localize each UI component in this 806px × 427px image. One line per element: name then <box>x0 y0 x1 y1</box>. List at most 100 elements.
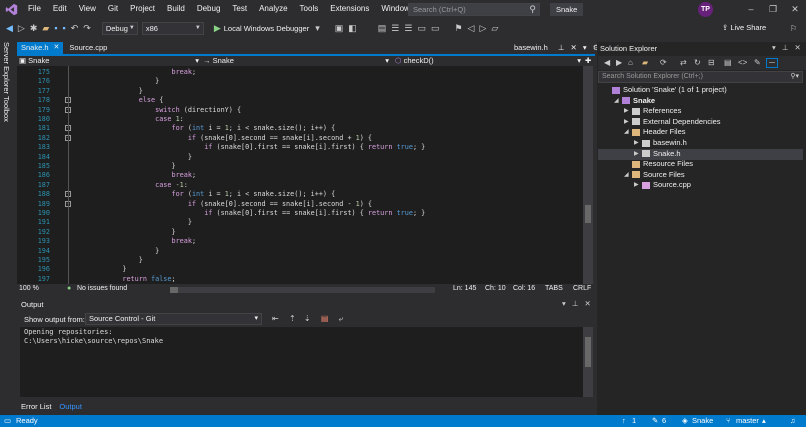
align-right-icon[interactable]: ☰ <box>404 18 412 38</box>
avatar[interactable]: TP <box>698 2 713 17</box>
live-share-button[interactable]: ⇪ Live Share <box>722 18 766 38</box>
properties-icon[interactable]: ✎ <box>754 58 761 67</box>
save-icon[interactable]: ▪ <box>54 18 57 38</box>
comment-icon[interactable]: ▭ <box>417 18 426 38</box>
word-wrap-icon[interactable]: ⤶ <box>339 314 343 323</box>
output-scrollbar[interactable] <box>583 327 593 397</box>
menu-item-edit[interactable]: Edit <box>47 0 73 18</box>
start-debugging-button[interactable]: Local Windows Debugger <box>224 24 309 33</box>
expand-icon[interactable]: ▶ <box>634 138 642 148</box>
hot-reload-icon[interactable]: ▣ <box>335 18 344 38</box>
pin-icon[interactable]: ⊥ <box>782 43 789 52</box>
tree-item[interactable]: ▶ Source.cpp <box>634 180 691 190</box>
edit-icon[interactable]: ✎ <box>652 416 658 425</box>
code-line[interactable]: else { <box>106 96 164 104</box>
zoom-level[interactable]: 100 % <box>19 285 39 292</box>
code-line[interactable]: } <box>106 265 126 273</box>
tree-item[interactable]: ▶ Snake.h <box>634 149 681 159</box>
menu-item-file[interactable]: File <box>22 0 47 18</box>
code-line[interactable]: case 1: <box>106 115 184 123</box>
pin-icon[interactable]: ⊥ <box>558 43 565 52</box>
forward-icon[interactable]: ▶ <box>616 58 622 67</box>
preview-selected-icon[interactable]: ─ <box>766 58 778 68</box>
sync-icon[interactable]: ⇄ <box>680 58 687 67</box>
code-line[interactable]: } <box>106 218 192 226</box>
collapse-icon[interactable]: ◢ <box>624 170 632 180</box>
code-line[interactable]: if (snake[0].first == snake[i].first) { … <box>106 143 425 151</box>
forward-icon[interactable]: ▷ <box>18 18 25 38</box>
redo-icon[interactable]: ↷ <box>83 18 91 38</box>
code-line[interactable]: break; <box>106 68 196 76</box>
code-line[interactable]: if (snake[0].second == snake[i].second +… <box>106 134 372 142</box>
minimize-icon[interactable]: – <box>740 0 762 18</box>
save-all-icon[interactable]: ▪ <box>63 18 66 38</box>
member-dropdown[interactable]: ⬡ checkD() ▾ <box>395 56 581 66</box>
menu-item-test[interactable]: Test <box>226 0 253 18</box>
code-line[interactable]: } <box>106 247 159 255</box>
code-line[interactable]: for (int i = 1; i < snake.size(); i++) { <box>106 190 335 198</box>
output-scrollbar-thumb[interactable] <box>585 337 591 367</box>
align-left-icon[interactable]: ☰ <box>391 18 399 38</box>
tab-error-list[interactable]: Error List <box>17 400 55 414</box>
new-project-icon[interactable]: ✱ <box>30 18 38 38</box>
bookmark-clear-icon[interactable]: ▱ <box>491 18 498 38</box>
code-line[interactable]: } <box>106 153 192 161</box>
show-all-files-icon[interactable]: ▤ <box>724 58 732 67</box>
expand-icon[interactable]: ▶ <box>634 180 642 190</box>
feedback-icon[interactable]: ⚐ <box>790 24 797 33</box>
view-code-icon[interactable]: <> <box>738 58 747 67</box>
refresh-icon[interactable]: ↻ <box>694 58 701 67</box>
platform-select[interactable]: x86 ▼ <box>141 21 204 35</box>
tab-output[interactable]: Output <box>55 400 86 414</box>
issues-indicator[interactable]: No issues found <box>77 285 127 292</box>
code-line[interactable]: break; <box>106 237 196 245</box>
scope-dropdown[interactable]: → Snake ▾ <box>203 56 389 66</box>
indent-mode[interactable]: TABS <box>545 285 563 292</box>
close-icon[interactable]: ✕ <box>795 43 801 52</box>
repository-name[interactable]: Snake <box>692 416 713 425</box>
restore-icon[interactable]: ❐ <box>762 0 784 18</box>
tab-snake-h[interactable]: Snake.h ✕ <box>17 42 64 54</box>
pending-changes-icon[interactable]: ⟳ <box>660 58 667 67</box>
toolbox-tab[interactable]: Toolbox <box>2 96 11 122</box>
tree-item[interactable]: ▶ References <box>624 106 681 116</box>
collapse-icon[interactable]: ◢ <box>624 127 632 137</box>
code-line[interactable]: if (snake[0].second == snake[i].second -… <box>106 200 372 208</box>
next-message-icon[interactable]: ⇣ <box>304 314 311 323</box>
solution-search-input[interactable]: Search Solution Explorer (Ctrl+;) ⚲▾ <box>598 71 803 83</box>
unpushed-count[interactable]: 1 <box>632 416 636 425</box>
pin-icon[interactable]: ⊥ <box>572 299 579 308</box>
home-icon[interactable]: ⌂ <box>628 58 633 67</box>
tab-list-icon[interactable]: ▾ <box>583 43 587 52</box>
uncomment-icon[interactable]: ▭ <box>431 18 440 38</box>
switch-views-icon[interactable]: ▰ <box>642 58 648 67</box>
expand-icon[interactable]: ▶ <box>624 117 632 127</box>
publish-icon[interactable]: ↑ <box>622 416 626 425</box>
tree-item[interactable]: Resource Files <box>624 159 693 169</box>
layout-icon[interactable]: ▤ <box>378 18 387 38</box>
menu-item-project[interactable]: Project <box>124 0 161 18</box>
configuration-select[interactable]: Debug ▼ <box>101 21 138 35</box>
chevron-down-icon[interactable]: ▾ <box>315 18 320 38</box>
find-message-icon[interactable]: ⇤ <box>272 314 279 323</box>
diagnostics-icon[interactable]: ◧ <box>348 18 357 38</box>
tab-source-cpp[interactable]: Source.cpp <box>65 42 111 54</box>
tree-item[interactable]: Solution 'Snake' (1 of 1 project) <box>604 85 727 95</box>
branch-icon[interactable]: ⑂ <box>726 416 731 425</box>
prev-message-icon[interactable]: ⇡ <box>289 314 296 323</box>
notifications-icon[interactable]: ♫ <box>790 416 796 425</box>
menu-item-build[interactable]: Build <box>161 0 191 18</box>
menu-item-debug[interactable]: Debug <box>191 0 227 18</box>
menu-item-extensions[interactable]: Extensions <box>324 0 375 18</box>
collapse-all-icon[interactable]: ⊟ <box>708 58 715 67</box>
code-line[interactable]: } <box>106 256 143 264</box>
open-folder-icon[interactable]: ▰ <box>42 18 49 38</box>
branch-name[interactable]: master <box>736 416 759 425</box>
tab-basewin-h[interactable]: basewin.h ⊥ ✕ ▾ ⚙ <box>514 42 600 54</box>
search-input[interactable]: Search (Ctrl+Q) ⚲ <box>408 3 540 16</box>
clear-all-icon[interactable]: ▤ <box>321 314 329 323</box>
chevron-down-icon[interactable]: ▾ <box>562 299 566 308</box>
tree-item[interactable]: ◢ Source Files <box>624 170 685 180</box>
tree-item[interactable]: ◢ Header Files <box>624 127 686 137</box>
code-line[interactable]: case -1: <box>106 181 188 189</box>
